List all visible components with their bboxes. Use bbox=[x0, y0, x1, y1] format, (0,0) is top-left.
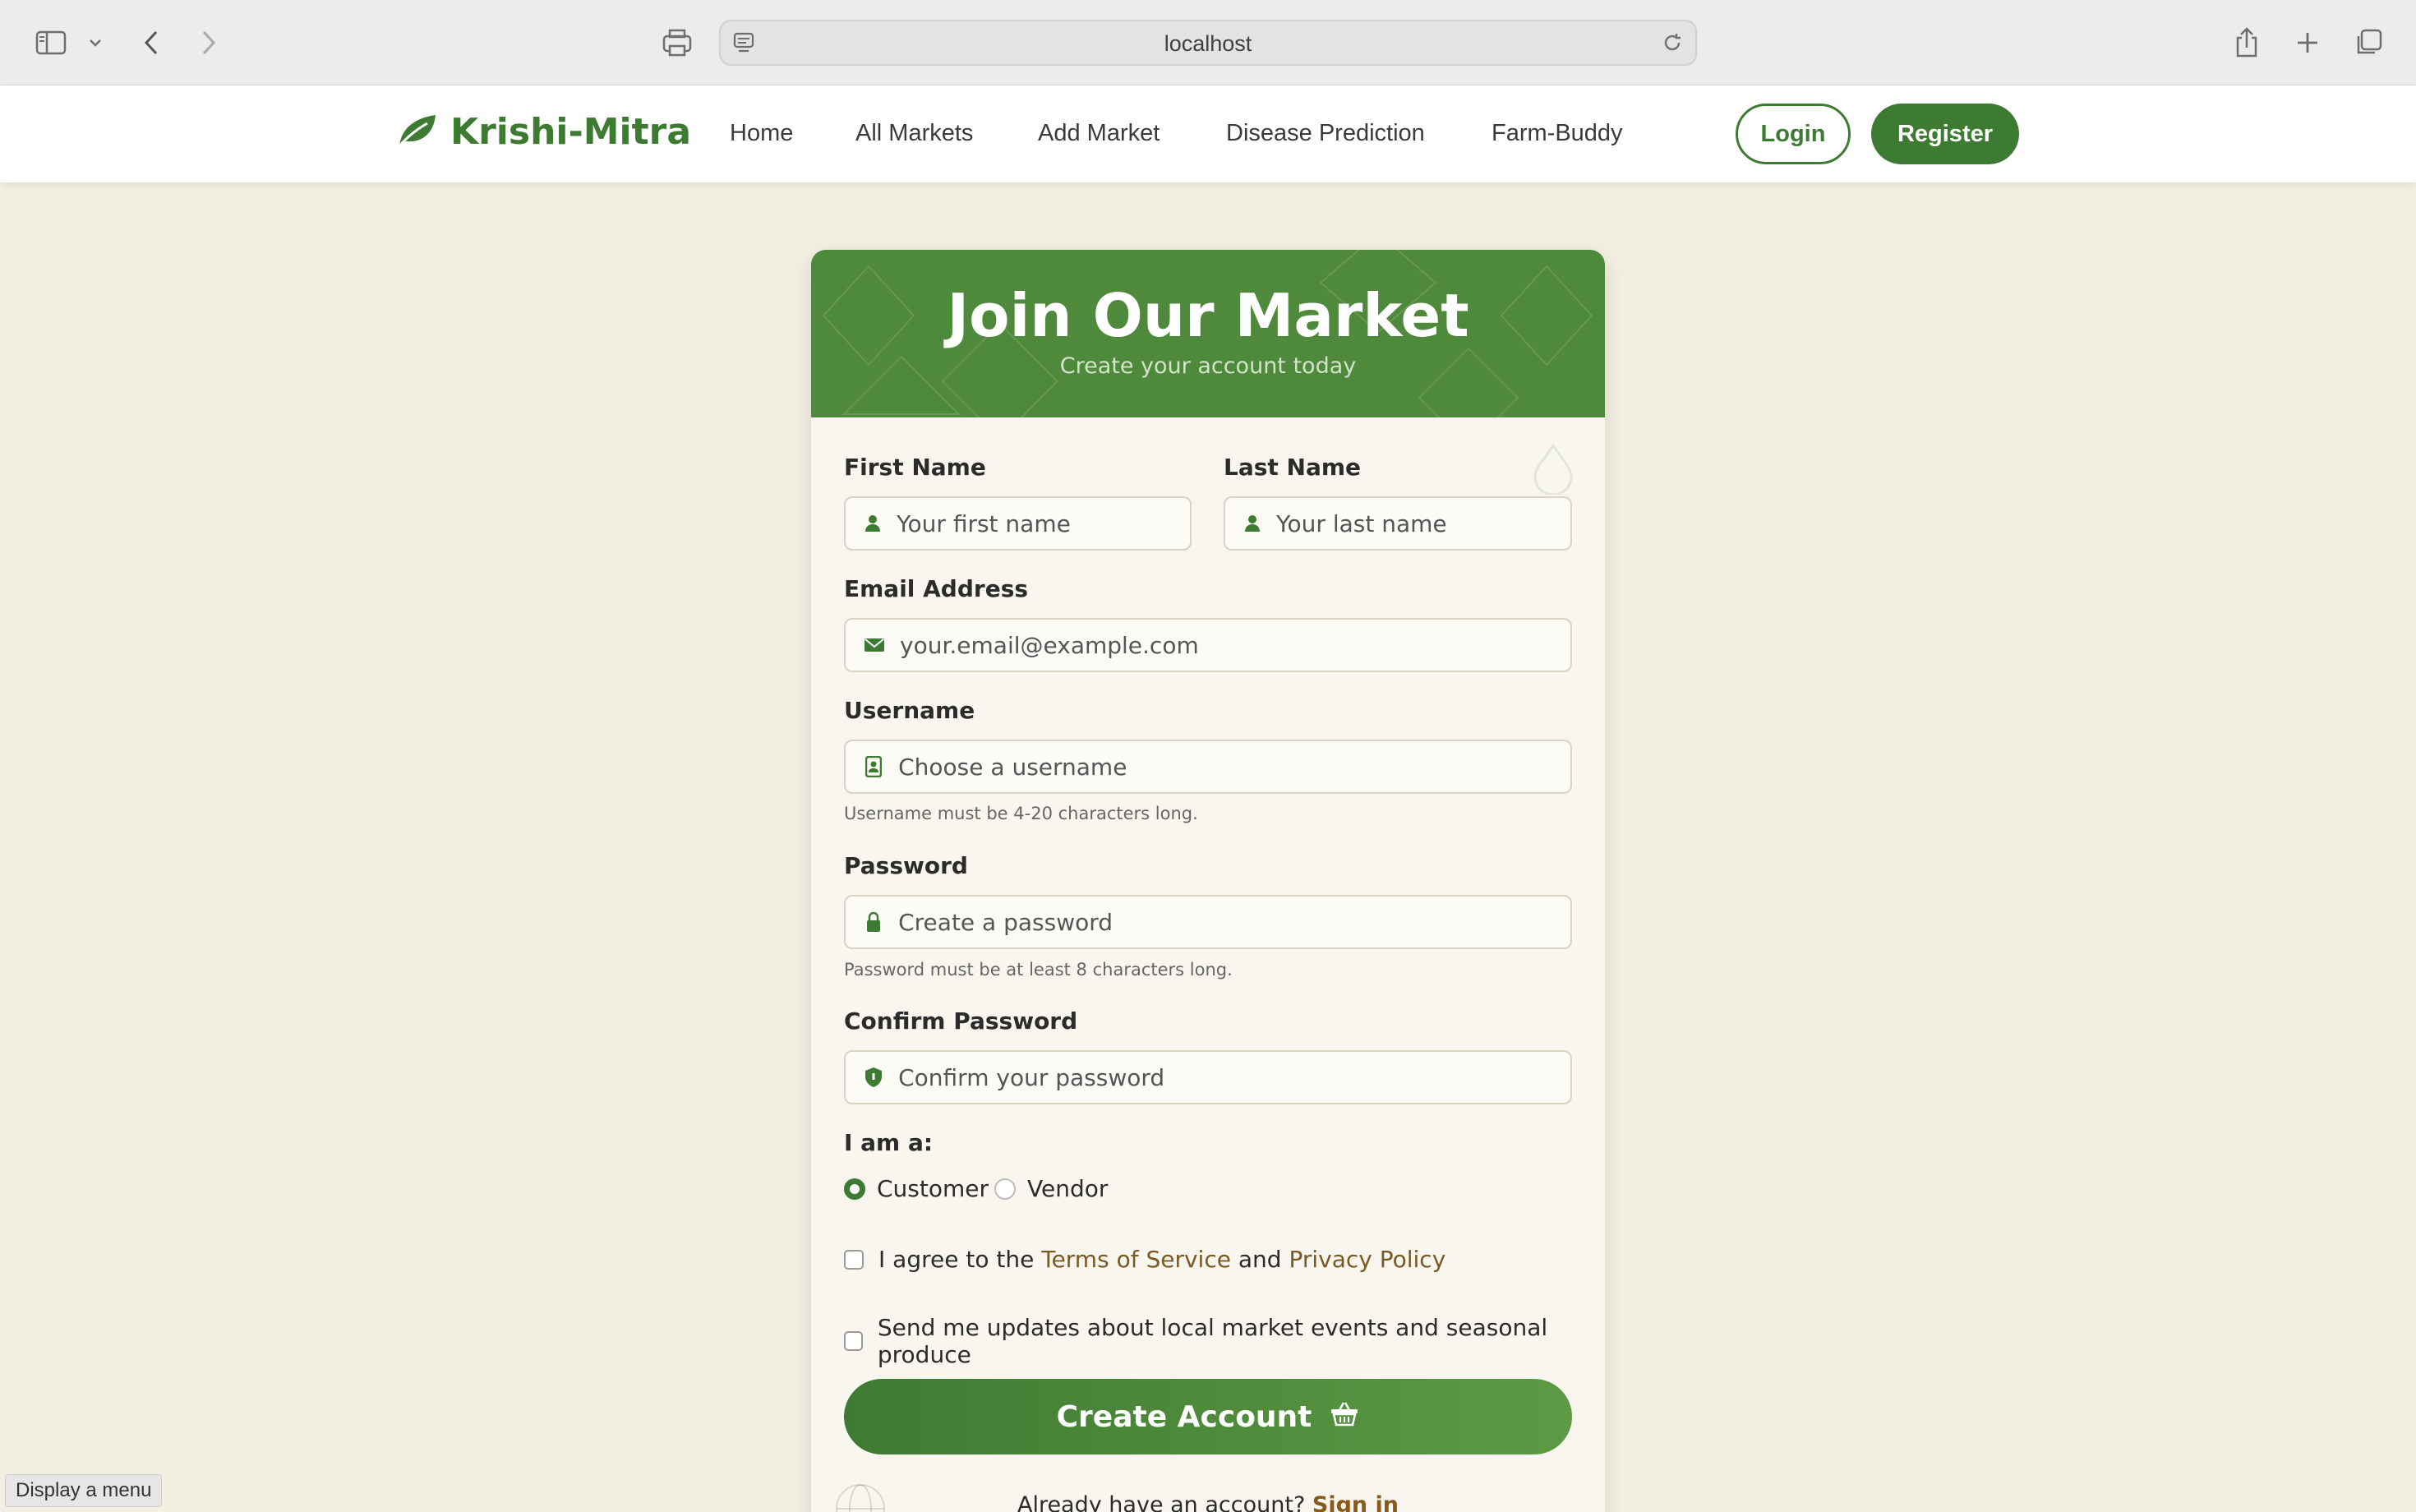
tabs-icon[interactable] bbox=[2352, 21, 2385, 64]
signin-link[interactable]: Sign in bbox=[1312, 1492, 1399, 1512]
nav-link-all-markets[interactable]: All Markets bbox=[855, 120, 973, 147]
back-icon[interactable] bbox=[138, 21, 164, 64]
username-label: Username bbox=[844, 697, 975, 724]
form-title: Join Our Market bbox=[947, 281, 1469, 350]
confirm-password-label: Confirm Password bbox=[844, 1007, 1078, 1035]
nav-link-farm-buddy[interactable]: Farm-Buddy bbox=[1492, 120, 1623, 147]
role-option-label: Vendor bbox=[1027, 1175, 1109, 1202]
card-header: Join Our Market Create your account toda… bbox=[811, 250, 1605, 417]
lock-icon bbox=[864, 911, 883, 933]
first-name-field[interactable] bbox=[844, 496, 1192, 551]
create-account-button[interactable]: Create Account bbox=[844, 1379, 1572, 1454]
password-input[interactable] bbox=[898, 908, 1570, 936]
role-option-label: Customer bbox=[877, 1175, 989, 1202]
id-badge-icon bbox=[864, 756, 883, 777]
email-label: Email Address bbox=[844, 575, 1029, 602]
terms-of-service-link[interactable]: Terms of Service bbox=[1041, 1246, 1231, 1273]
chevron-down-icon[interactable] bbox=[85, 21, 105, 64]
username-field[interactable] bbox=[844, 740, 1572, 794]
droplet-icon bbox=[1532, 442, 1575, 498]
nav-link-disease-prediction[interactable]: Disease Prediction bbox=[1226, 120, 1425, 147]
print-icon[interactable] bbox=[661, 21, 694, 64]
user-icon bbox=[864, 513, 882, 534]
url-text: localhost bbox=[1164, 31, 1252, 56]
brand-logo[interactable]: Krishi-Mitra bbox=[394, 110, 691, 153]
radio-vendor[interactable] bbox=[994, 1178, 1016, 1200]
email-input[interactable] bbox=[900, 631, 1570, 659]
status-tooltip: Display a menu bbox=[5, 1474, 163, 1507]
role-option-vendor[interactable]: Vendor bbox=[994, 1175, 1108, 1202]
create-account-label: Create Account bbox=[1056, 1399, 1312, 1434]
terms-checkbox[interactable] bbox=[844, 1249, 864, 1270]
site-navbar: Krishi-Mitra Home All Markets Add Market… bbox=[0, 85, 2416, 182]
confirm-password-field[interactable] bbox=[844, 1050, 1572, 1104]
login-button[interactable]: Login bbox=[1736, 104, 1851, 164]
updates-label: Send me updates about local market event… bbox=[877, 1314, 1548, 1368]
privacy-policy-link[interactable]: Privacy Policy bbox=[1289, 1246, 1445, 1273]
password-field[interactable] bbox=[844, 895, 1572, 949]
nav-link-add-market[interactable]: Add Market bbox=[1038, 120, 1160, 147]
password-label: Password bbox=[844, 852, 968, 879]
forward-icon[interactable] bbox=[196, 21, 222, 64]
user-icon bbox=[1243, 513, 1261, 534]
register-button[interactable]: Register bbox=[1871, 104, 2019, 164]
nav-link-home[interactable]: Home bbox=[730, 120, 793, 147]
updates-checkbox[interactable] bbox=[844, 1331, 863, 1351]
username-hint: Username must be 4-20 characters long. bbox=[844, 804, 1198, 823]
brand-name: Krishi-Mitra bbox=[450, 110, 692, 153]
signin-prompt: Already have an account? Sign in bbox=[811, 1492, 1605, 1512]
sidebar-icon[interactable] bbox=[33, 21, 69, 64]
terms-text: I agree to the Terms of Service and Priv… bbox=[878, 1246, 1445, 1273]
last-name-input[interactable] bbox=[1276, 509, 1570, 537]
role-label: I am a: bbox=[844, 1129, 934, 1156]
radio-customer[interactable] bbox=[844, 1178, 865, 1200]
email-field[interactable] bbox=[844, 618, 1572, 672]
form-subtitle: Create your account today bbox=[1059, 353, 1357, 379]
reload-icon[interactable] bbox=[1661, 31, 1684, 58]
terms-checkbox-row[interactable]: I agree to the Terms of Service and Priv… bbox=[844, 1246, 1445, 1273]
registration-card: Join Our Market Create your account toda… bbox=[811, 250, 1605, 1512]
new-tab-icon[interactable] bbox=[2291, 21, 2324, 64]
leaf-icon bbox=[394, 110, 439, 153]
first-name-label: First Name bbox=[844, 454, 986, 481]
last-name-label: Last Name bbox=[1224, 454, 1362, 481]
envelope-icon bbox=[864, 634, 885, 656]
role-option-customer[interactable]: Customer bbox=[844, 1175, 989, 1202]
updates-checkbox-row[interactable]: Send me updates about local market event… bbox=[844, 1314, 1605, 1368]
username-input[interactable] bbox=[898, 753, 1570, 781]
terms-and: and bbox=[1238, 1246, 1282, 1273]
share-icon[interactable] bbox=[2230, 21, 2263, 64]
first-name-input[interactable] bbox=[897, 509, 1190, 537]
last-name-field[interactable] bbox=[1224, 496, 1572, 551]
password-hint: Password must be at least 8 characters l… bbox=[844, 960, 1233, 980]
signin-prompt-text: Already have an account? bbox=[1017, 1492, 1306, 1512]
confirm-password-input[interactable] bbox=[898, 1063, 1570, 1091]
basket-icon bbox=[1330, 1400, 1359, 1434]
address-bar[interactable]: localhost bbox=[719, 20, 1697, 66]
shield-icon bbox=[864, 1067, 883, 1088]
terms-prefix: I agree to the bbox=[878, 1246, 1035, 1273]
browser-toolbar: localhost bbox=[0, 0, 2416, 85]
